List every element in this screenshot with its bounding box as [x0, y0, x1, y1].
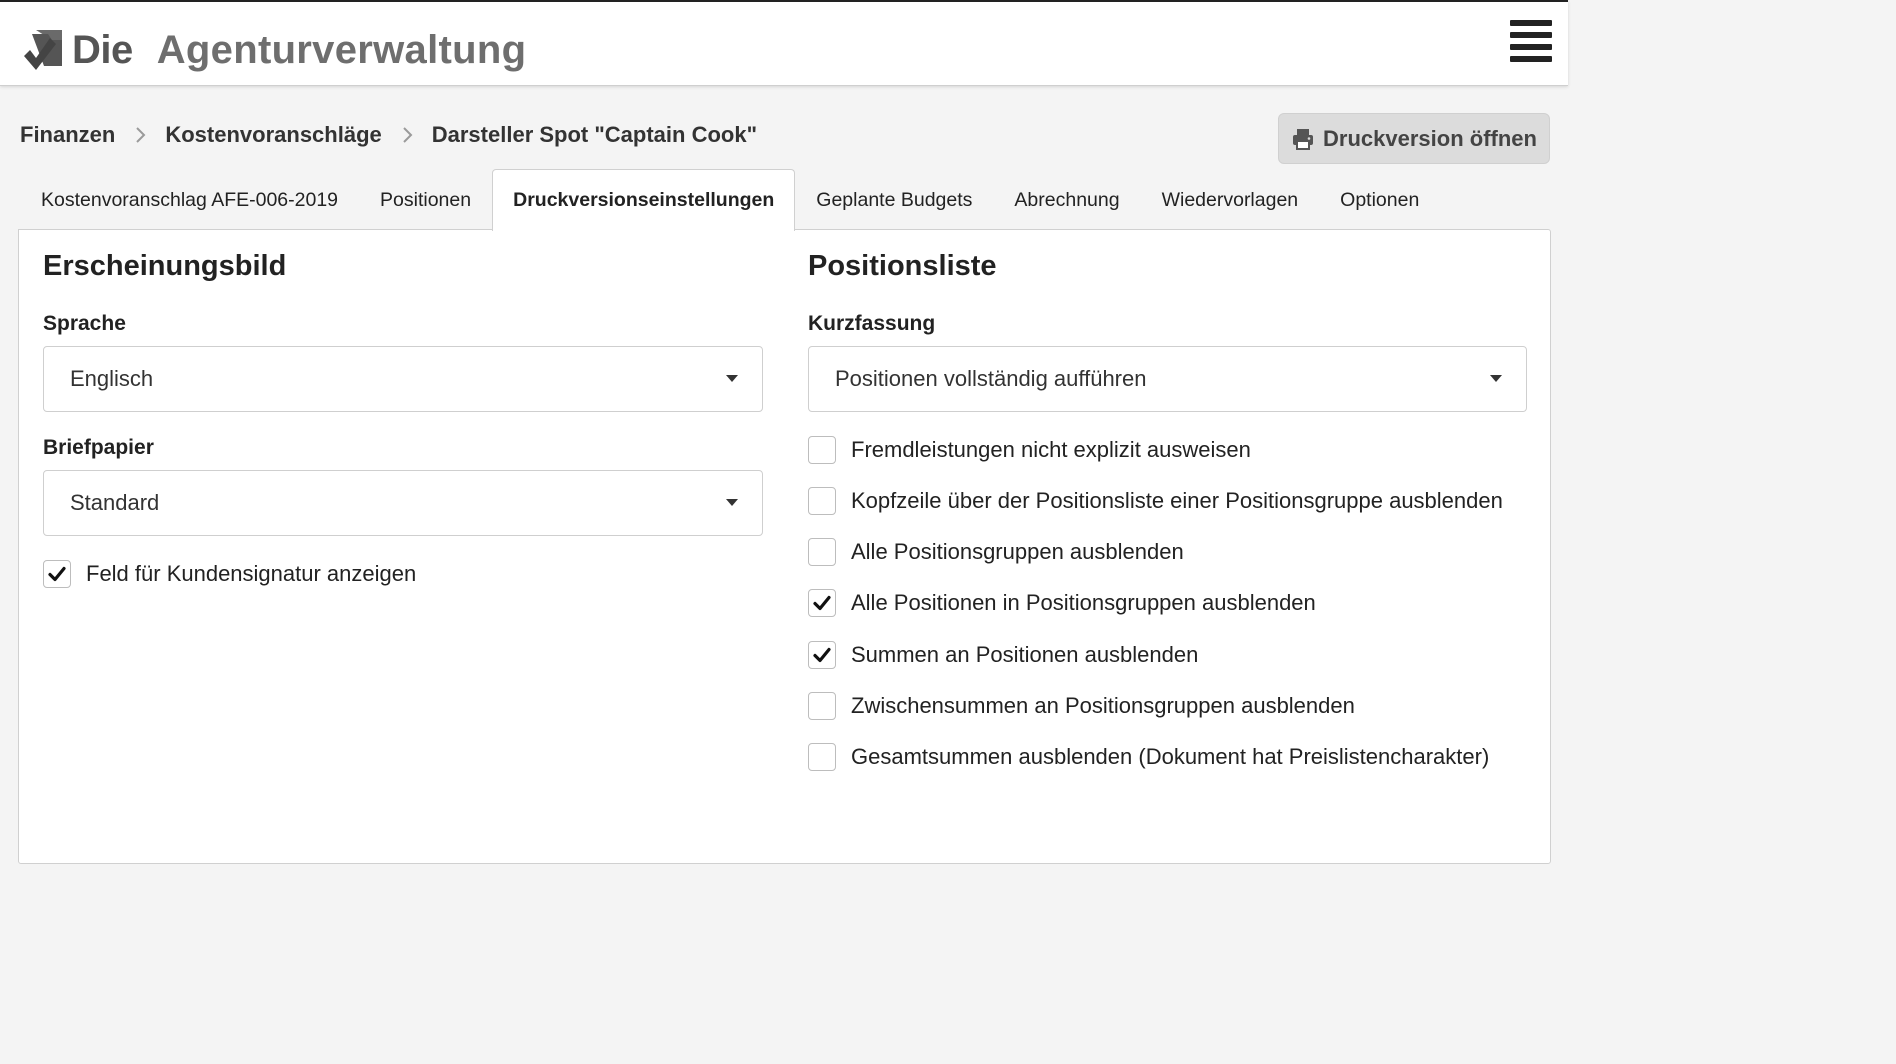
position-list-title: Positionsliste: [808, 250, 997, 282]
option-checkbox[interactable]: [808, 538, 836, 566]
printer-icon: [1293, 128, 1314, 150]
option-summen: Summen an Positionen ausblenden: [808, 640, 1198, 670]
option-checkbox[interactable]: [808, 641, 836, 669]
option-fremdleistungen: Fremdleistungen nicht explizit ausweisen: [808, 435, 1251, 465]
tab-wiedervorlagen[interactable]: Wiedervorlagen: [1141, 169, 1320, 230]
print-settings-panel: Erscheinungsbild Sprache Englisch Briefp…: [18, 229, 1551, 864]
print-button-label: Druckversion öffnen: [1323, 125, 1537, 151]
checkmark-icon: [813, 595, 831, 611]
option-kopfzeile: Kopfzeile über der Positionsliste einer …: [808, 486, 1503, 516]
option-checkbox[interactable]: [808, 692, 836, 720]
caret-down-icon: [726, 375, 738, 382]
option-checkbox[interactable]: [808, 487, 836, 515]
signature-checkbox-label[interactable]: Feld für Kundensignatur anzeigen: [86, 561, 416, 587]
tab-optionen[interactable]: Optionen: [1319, 169, 1440, 230]
option-label[interactable]: Summen an Positionen ausblenden: [851, 642, 1198, 668]
app-logo[interactable]: Die Agenturverwaltung: [22, 22, 526, 78]
letterhead-select[interactable]: Standard: [43, 470, 763, 536]
signature-checkbox[interactable]: [43, 560, 71, 588]
chevron-right-icon: [136, 127, 146, 143]
option-label[interactable]: Alle Positionen in Positionsgruppen ausb…: [851, 590, 1316, 616]
tab-kostenvoranschlag[interactable]: Kostenvoranschlag AFE-006-2019: [20, 169, 359, 230]
option-gesamtsummen: Gesamtsummen ausblenden (Dokument hat Pr…: [808, 742, 1489, 772]
breadcrumb-kostenvoranschlaege[interactable]: Kostenvoranschläge: [165, 122, 381, 148]
option-label[interactable]: Zwischensummen an Positionsgruppen ausbl…: [851, 693, 1355, 719]
option-checkbox[interactable]: [808, 436, 836, 464]
breadcrumb: Finanzen Kostenvoranschläge Darsteller S…: [20, 120, 757, 150]
tab-positionen[interactable]: Positionen: [359, 169, 492, 230]
option-alle-positionen: Alle Positionen in Positionsgruppen ausb…: [808, 588, 1316, 618]
language-value: Englisch: [70, 366, 154, 391]
logo-icon: [24, 30, 62, 70]
appearance-title: Erscheinungsbild: [43, 250, 287, 282]
tab-geplante-budgets[interactable]: Geplante Budgets: [795, 169, 993, 230]
letterhead-value: Standard: [70, 490, 160, 515]
option-checkbox[interactable]: [808, 743, 836, 771]
tab-bar: Kostenvoranschlag AFE-006-2019 Positione…: [20, 169, 1440, 231]
option-label[interactable]: Fremdleistungen nicht explizit ausweisen: [851, 437, 1251, 463]
language-label: Sprache: [43, 312, 126, 335]
summary-label: Kurzfassung: [808, 312, 936, 335]
tab-druckversionseinstellungen[interactable]: Druckversionseinstellungen: [492, 169, 796, 231]
letterhead-label: Briefpapier: [43, 436, 154, 459]
breadcrumb-current: Darsteller Spot "Captain Cook": [431, 122, 758, 147]
option-zwischensummen: Zwischensummen an Positionsgruppen ausbl…: [808, 691, 1355, 721]
tab-abrechnung[interactable]: Abrechnung: [993, 169, 1140, 230]
option-alle-positionsgruppen: Alle Positionsgruppen ausblenden: [808, 537, 1184, 567]
breadcrumb-finanzen[interactable]: Finanzen: [20, 122, 115, 148]
option-checkbox[interactable]: [808, 589, 836, 617]
hamburger-menu-icon[interactable]: [1510, 20, 1552, 64]
logo-name: Agenturverwaltung: [156, 28, 527, 72]
checkmark-icon: [813, 647, 831, 663]
caret-down-icon: [726, 499, 738, 506]
summary-value: Positionen vollständig aufführen: [835, 366, 1147, 391]
option-label[interactable]: Kopfzeile über der Positionsliste einer …: [851, 488, 1503, 514]
open-print-version-button[interactable]: Druckversion öffnen: [1278, 113, 1550, 164]
app-header: Die Agenturverwaltung: [0, 0, 1568, 86]
caret-down-icon: [1490, 375, 1502, 382]
chevron-right-icon: [403, 127, 413, 143]
language-select[interactable]: Englisch: [43, 346, 763, 412]
summary-select[interactable]: Positionen vollständig aufführen: [808, 346, 1527, 412]
logo-prefix: Die: [72, 28, 133, 72]
option-label[interactable]: Alle Positionsgruppen ausblenden: [851, 539, 1184, 565]
checkmark-icon: [48, 566, 66, 582]
signature-option: Feld für Kundensignatur anzeigen: [43, 559, 416, 589]
option-label[interactable]: Gesamtsummen ausblenden (Dokument hat Pr…: [851, 744, 1489, 770]
